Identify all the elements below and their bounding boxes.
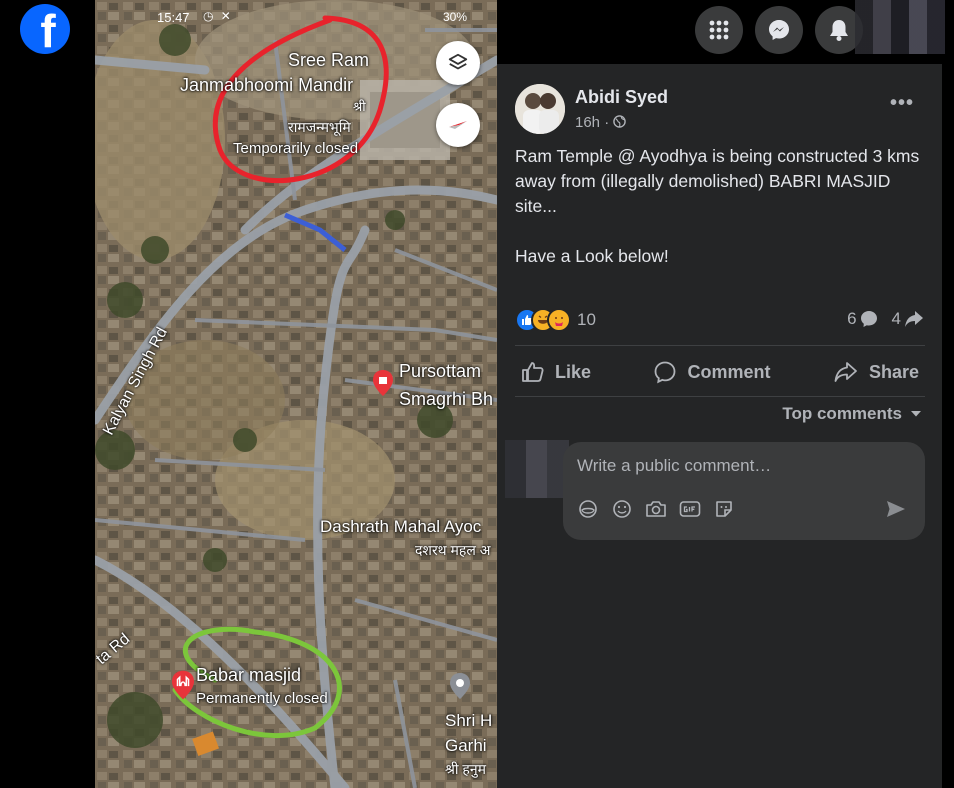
comment-input[interactable]: Write a public comment…: [563, 442, 925, 540]
reactions-count: 10: [577, 310, 596, 329]
divider-bottom: [515, 396, 925, 397]
map-label-temple-line2: Janmabhoomi Mandir: [180, 75, 354, 95]
more-dots-icon: •••: [889, 92, 914, 114]
facebook-logo-letter: f: [40, 5, 56, 54]
map-label-pursottam-line1: Pursottam: [399, 361, 482, 381]
map-label-temple-line1: Sree Ram: [288, 50, 370, 70]
caret-down-icon: [911, 411, 921, 417]
facebook-logo[interactable]: f: [20, 4, 70, 54]
babar-masjid-pin-icon: [172, 670, 194, 700]
map-label-temple-hindi: रामजन्मभूमि: [288, 119, 351, 135]
top-comments-sort[interactable]: Top comments: [782, 404, 922, 424]
comments-count: 6: [847, 309, 857, 328]
author-name[interactable]: Abidi Syed: [575, 87, 668, 108]
post-photo[interactable]: 15:47 ◷ ✕ 30% Sree Ram Janmabhoomi Mandi…: [95, 0, 497, 788]
share-label: Share: [868, 361, 919, 382]
share-arrow-icon: [905, 311, 923, 327]
map-label-dashrath-hindi: दशरथ महल अ: [415, 542, 491, 558]
commenter-avatar-pixelated: [505, 440, 569, 498]
like-thumb-icon: [522, 362, 544, 382]
comment-button[interactable]: Comment: [647, 360, 776, 384]
shri-hanuman-pin-icon: [450, 673, 470, 699]
engagement-counts: 6 4: [847, 309, 924, 329]
compass-button[interactable]: [436, 103, 480, 147]
grid-menu-icon: [709, 20, 729, 40]
phone-status-bar: 15:47 ◷ ✕ 30%: [95, 8, 497, 28]
map-label-shri-line2: Garhi: [445, 736, 487, 755]
messenger-icon: [769, 20, 789, 40]
status-time: 15:47: [157, 10, 190, 25]
post-time[interactable]: 16h ·: [575, 114, 627, 131]
divider-top: [515, 345, 925, 346]
send-icon: [887, 501, 905, 517]
send-comment-button[interactable]: [885, 498, 907, 525]
author-avatar[interactable]: [515, 84, 565, 134]
map-label-shri-line1: Shri H: [445, 711, 493, 730]
gif-button[interactable]: [679, 498, 701, 520]
page-right-edge: [942, 64, 954, 788]
comment-placeholder: Write a public comment…: [577, 456, 772, 475]
map-label-babar-name: Babar masjid: [196, 665, 302, 685]
care-reaction-icon: [547, 308, 571, 332]
status-app-icons: ◷ ✕: [203, 9, 233, 23]
avatar-sticker-button[interactable]: [577, 498, 599, 520]
post-text: Ram Temple @ Ayodhya is being constructe…: [515, 146, 920, 266]
post-time-text: 16h ·: [575, 114, 610, 131]
messenger-button[interactable]: [755, 6, 803, 54]
map-label-pursottam-line2: Smagrhi Bh: [399, 389, 494, 409]
map-label-shri-hindi: श्री हनुम: [445, 761, 487, 777]
camera-button[interactable]: [645, 498, 667, 520]
camera-icon: [646, 501, 666, 517]
comment-tools: [577, 498, 735, 520]
public-globe-icon: [613, 115, 627, 128]
sticker-icon: [716, 501, 732, 517]
menu-button[interactable]: [695, 6, 743, 54]
pursottam-pin-icon: [373, 370, 393, 396]
map-label-temple-hindi-short: श्री: [353, 99, 366, 114]
emoji-icon: [613, 500, 631, 518]
like-label: Like: [555, 361, 592, 382]
bell-icon: [830, 20, 848, 41]
map-label-babar-status: Permanently closed: [196, 690, 328, 707]
comments-count-link[interactable]: 6: [847, 309, 877, 329]
post-options-button[interactable]: •••: [890, 92, 914, 115]
avatar-sticker-icon: [579, 500, 597, 518]
emoji-button[interactable]: [611, 498, 633, 520]
compass-icon: [449, 121, 467, 129]
map-label-dashrath: Dashrath Mahal Ayoc: [320, 517, 482, 536]
reactions-summary[interactable]: 10: [515, 306, 596, 334]
status-battery: 30%: [442, 10, 467, 24]
profile-avatar-pixelated[interactable]: [855, 0, 945, 54]
post-actions: Like Comment Share: [515, 352, 925, 392]
author-avatar-image: [515, 84, 565, 134]
comment-icon: [655, 361, 676, 384]
top-comments-label: Top comments: [782, 404, 902, 423]
share-button[interactable]: Share: [827, 360, 925, 384]
layers-button[interactable]: [436, 41, 480, 85]
comment-bubble-icon: [860, 311, 877, 327]
gif-icon: [679, 501, 701, 517]
map-label-temple-status: Temporarily closed: [233, 140, 359, 157]
comment-label: Comment: [687, 361, 771, 382]
shares-count: 4: [891, 309, 901, 328]
layers-icon: [448, 53, 468, 70]
shares-count-link[interactable]: 4: [892, 309, 924, 329]
post-panel: Abidi Syed 16h · ••• Ram Temple @ Ayodhy…: [497, 64, 942, 788]
sticker-button[interactable]: [713, 498, 735, 520]
like-button[interactable]: Like: [515, 360, 597, 384]
share-icon: [834, 362, 857, 382]
